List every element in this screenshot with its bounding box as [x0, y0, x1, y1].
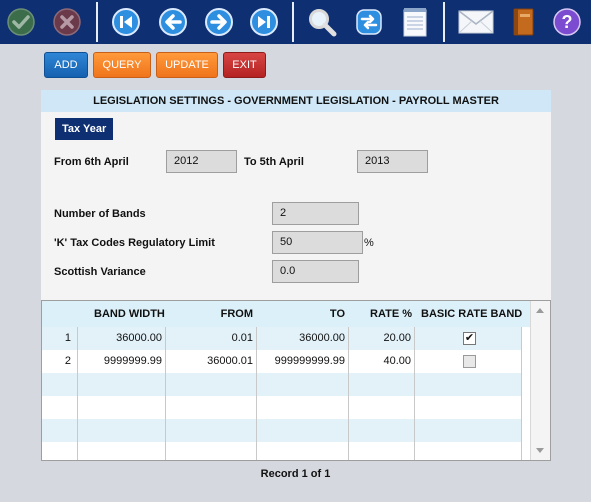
table-row[interactable]	[42, 442, 522, 460]
previous-record-icon[interactable]	[156, 5, 190, 39]
cancel-icon[interactable]	[50, 5, 84, 39]
scottish-field[interactable]: 0.0	[272, 260, 359, 283]
band-width-cell[interactable]: 36000.00	[78, 327, 166, 350]
query-button[interactable]: QUERY	[93, 52, 151, 78]
legislation-panel: LEGISLATION SETTINGS - GOVERNMENT LEGISL…	[41, 90, 551, 300]
add-button[interactable]: ADD	[44, 52, 88, 78]
bands-label: Number of Bands	[54, 208, 146, 220]
rate-cell[interactable]: 20.00	[349, 327, 415, 350]
k-limit-unit: %	[364, 237, 374, 249]
help-icon[interactable]: ?	[550, 5, 584, 39]
basic-rate-band-checkbox[interactable]: ✔	[463, 332, 476, 345]
confirm-icon[interactable]	[4, 5, 38, 39]
header-to[interactable]: TO	[257, 301, 345, 327]
panel-title: LEGISLATION SETTINGS - GOVERNMENT LEGISL…	[41, 90, 551, 112]
k-limit-label: 'K' Tax Codes Regulatory Limit	[54, 237, 215, 249]
scroll-down-icon[interactable]	[536, 448, 544, 453]
table-row[interactable]: 2 9999999.99 36000.01 999999999.99 40.00	[42, 350, 522, 373]
scroll-up-icon[interactable]	[536, 308, 544, 313]
bands-table: BAND WIDTH FROM TO RATE % BASIC RATE BAN…	[41, 300, 551, 461]
mail-icon[interactable]	[456, 5, 496, 39]
header-band-width[interactable]: BAND WIDTH	[94, 301, 165, 327]
table-row[interactable]	[42, 419, 522, 442]
toolbar: ?	[0, 0, 591, 44]
to-cell[interactable]: 999999999.99	[257, 350, 349, 373]
from-cell[interactable]: 36000.01	[166, 350, 257, 373]
last-record-icon[interactable]	[247, 5, 281, 39]
basic-rate-band-cell	[415, 350, 522, 373]
first-record-icon[interactable]	[109, 5, 143, 39]
next-record-icon[interactable]	[202, 5, 236, 39]
book-icon[interactable]	[506, 5, 540, 39]
svg-text:?: ?	[562, 12, 573, 32]
search-icon[interactable]	[305, 5, 339, 39]
row-number: 2	[42, 350, 78, 373]
notepad-icon[interactable]	[398, 5, 432, 39]
bands-field[interactable]: 2	[272, 202, 359, 225]
header-from[interactable]: FROM	[167, 301, 253, 327]
basic-rate-band-cell: ✔	[415, 327, 522, 350]
scottish-label: Scottish Variance	[54, 266, 146, 278]
record-indicator: Record 1 of 1	[260, 468, 331, 480]
table-row[interactable]	[42, 373, 522, 396]
k-limit-field[interactable]: 50	[272, 231, 363, 254]
tab-tax-year[interactable]: Tax Year	[55, 118, 114, 140]
table-row[interactable]	[42, 396, 522, 419]
from-year-field[interactable]: 2012	[166, 150, 237, 173]
row-number: 1	[42, 327, 78, 350]
header-basic-rate-band[interactable]: BASIC RATE BAND	[421, 301, 522, 327]
exit-button[interactable]: EXIT	[223, 52, 266, 78]
to-cell[interactable]: 36000.00	[257, 327, 349, 350]
refresh-icon[interactable]	[352, 5, 386, 39]
to-label: To 5th April	[244, 156, 304, 168]
table-row[interactable]: 1 36000.00 0.01 36000.00 20.00 ✔	[42, 327, 522, 350]
from-label: From 6th April	[54, 156, 129, 168]
band-width-cell[interactable]: 9999999.99	[78, 350, 166, 373]
update-button[interactable]: UPDATE	[156, 52, 218, 78]
to-year-field[interactable]: 2013	[357, 150, 428, 173]
table-scrollbar[interactable]	[530, 301, 550, 460]
rate-cell[interactable]: 40.00	[349, 350, 415, 373]
table-header: BAND WIDTH FROM TO RATE % BASIC RATE BAN…	[42, 301, 532, 327]
from-cell[interactable]: 0.01	[166, 327, 257, 350]
header-rate[interactable]: RATE %	[349, 301, 412, 327]
basic-rate-band-checkbox[interactable]	[463, 355, 476, 368]
